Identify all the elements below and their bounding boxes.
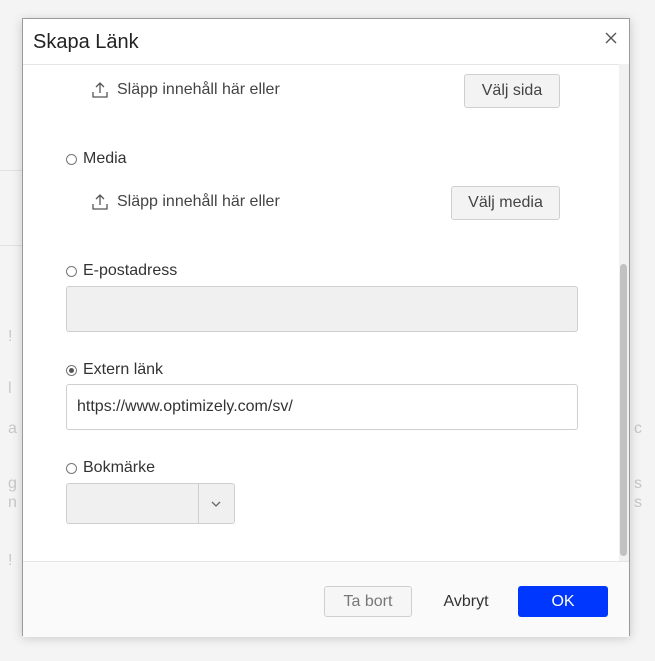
media-drop-text: Släpp innehåll här eller xyxy=(117,193,280,210)
backdrop-fragment: a xyxy=(8,420,17,437)
create-link-dialog: Skapa Länk Släpp innehåll här eller Välj… xyxy=(22,18,630,637)
cancel-button[interactable]: Avbryt xyxy=(431,586,501,617)
backdrop-fragment: c xyxy=(634,420,642,437)
close-icon[interactable] xyxy=(603,30,619,46)
media-radio[interactable] xyxy=(66,153,77,165)
page-drop-text: Släpp innehåll här eller xyxy=(117,81,280,98)
select-divider xyxy=(198,484,199,523)
backdrop-fragment: l xyxy=(8,380,12,397)
email-radio[interactable] xyxy=(66,265,77,277)
media-option[interactable]: Media xyxy=(66,150,127,168)
backdrop-divider xyxy=(0,170,22,171)
email-option[interactable]: E-postadress xyxy=(66,262,177,280)
select-media-button[interactable]: Välj media xyxy=(451,186,560,220)
ok-button[interactable]: OK xyxy=(518,586,608,617)
upload-icon xyxy=(91,81,109,99)
bookmark-label: Bokmärke xyxy=(83,459,156,476)
media-drop-zone[interactable]: Släpp innehåll här eller xyxy=(91,193,280,211)
bookmark-radio[interactable] xyxy=(66,462,77,474)
dialog-footer: Ta bort Avbryt OK xyxy=(23,561,629,637)
page-drop-zone[interactable]: Släpp innehåll här eller xyxy=(91,81,280,99)
backdrop-fragment: g xyxy=(8,475,17,492)
dialog-title: Skapa Länk xyxy=(33,31,139,53)
backdrop-divider xyxy=(0,245,22,246)
remove-button[interactable]: Ta bort xyxy=(324,586,412,617)
scrollbar-thumb[interactable] xyxy=(620,264,627,556)
email-label: E-postadress xyxy=(83,262,178,279)
external-link-label: Extern länk xyxy=(83,361,164,378)
external-link-field[interactable]: https://www.optimizely.com/sv/ xyxy=(66,384,578,430)
upload-icon xyxy=(91,193,109,211)
scrollbar[interactable] xyxy=(619,64,629,561)
media-label: Media xyxy=(83,150,127,167)
backdrop-fragment: s xyxy=(634,475,642,492)
bookmark-option[interactable]: Bokmärke xyxy=(66,459,155,477)
dialog-titlebar: Skapa Länk xyxy=(23,19,629,65)
email-field[interactable] xyxy=(66,286,578,332)
backdrop-fragment: n xyxy=(8,494,17,511)
backdrop-fragment: ! xyxy=(8,328,13,345)
backdrop-fragment: s xyxy=(634,494,642,511)
bookmark-select[interactable] xyxy=(66,483,235,524)
select-page-button[interactable]: Välj sida xyxy=(464,74,560,108)
chevron-down-icon[interactable] xyxy=(210,497,222,515)
external-link-option[interactable]: Extern länk xyxy=(66,361,163,379)
dialog-content: Släpp innehåll här eller Välj sida Media… xyxy=(23,64,629,561)
backdrop-fragment: ! xyxy=(8,552,13,569)
external-link-radio[interactable] xyxy=(66,364,77,376)
